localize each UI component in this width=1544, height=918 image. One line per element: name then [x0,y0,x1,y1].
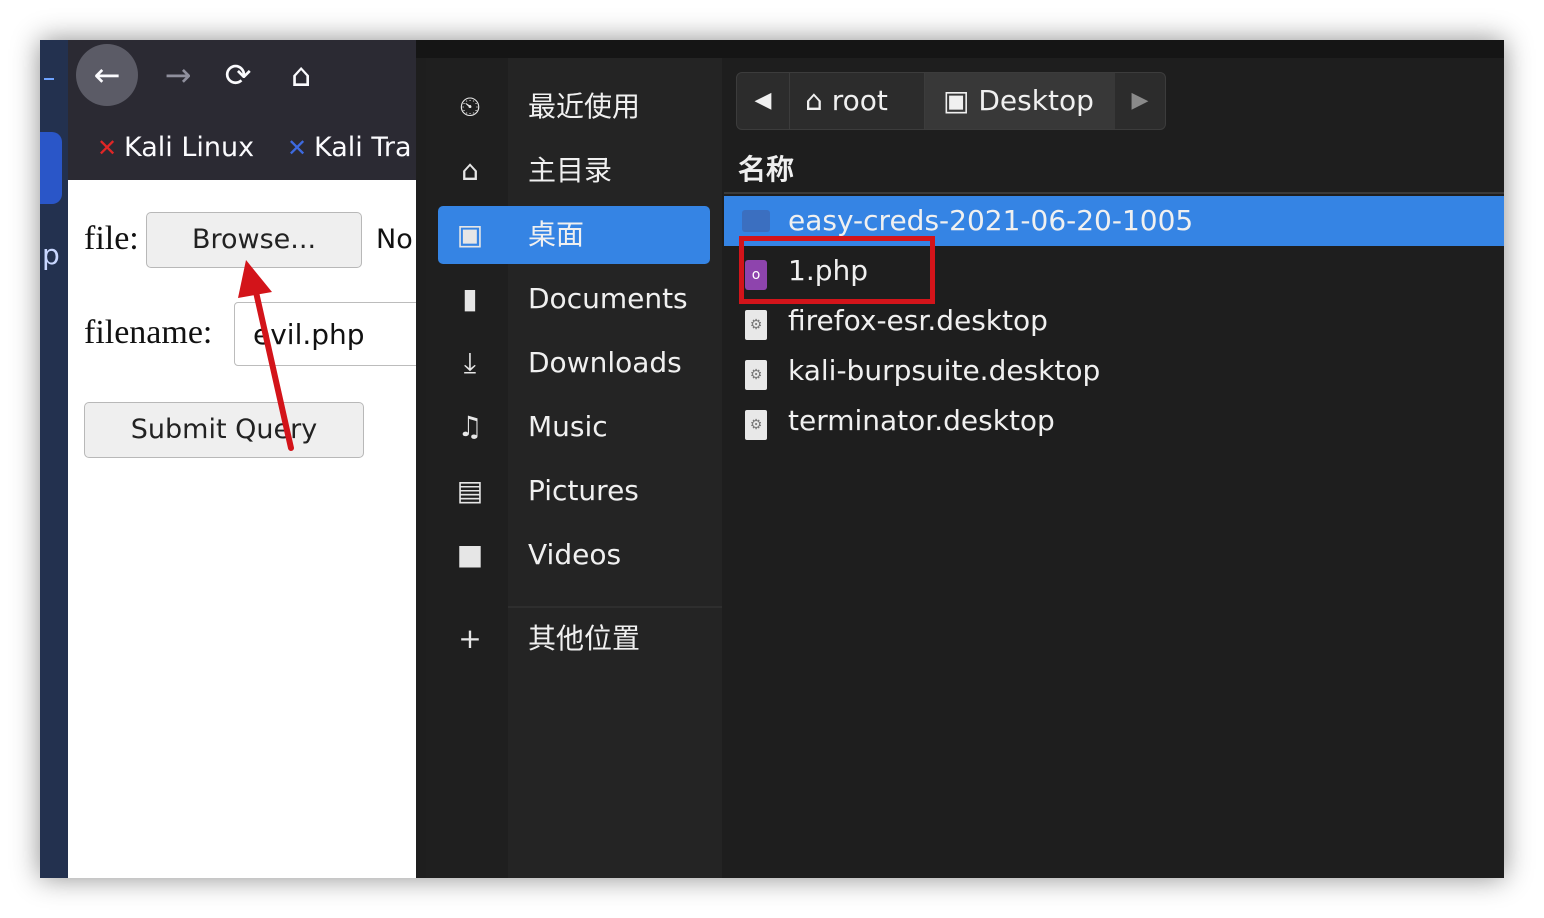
bookmark-kali-tools[interactable]: ✕ Kali Tra [280,132,412,180]
reload-icon: ⟳ [224,56,252,94]
sidebar-item-music[interactable]: ♫ Music [438,398,710,456]
sidebar-item-desktop[interactable]: ▣ 桌面 [438,206,710,264]
folder-icon [738,202,774,240]
name-column-header[interactable]: 名称 [724,140,1504,194]
plus-icon: + [458,622,482,655]
kali-tools-icon: ✕ [286,134,308,162]
sidebar-item-label: 主目录 [528,154,613,187]
home-icon: ⌂ [461,154,479,187]
path-scroll-left-button[interactable]: ◀ [737,73,790,129]
web-page: file: Browse... No filename: evil.php Su… [68,180,434,878]
file-row-terminator[interactable]: ⚙ terminator.desktop [724,396,1504,446]
path-root-label: root [831,84,888,117]
home-button[interactable]: ⌂ [281,45,321,105]
desktop-app-icon[interactable] [40,132,62,204]
file-chooser-dialog: ⏲ 最近使用 ⌂ 主目录 ▣ 桌面 ▮ Documents ⤓ Download… [416,40,1504,878]
forward-arrow-icon: → [164,56,192,94]
document-icon: ▮ [462,282,478,315]
desktop-strip: p [40,40,68,878]
back-arrow-icon: ← [93,56,121,94]
browser-toolbar: ← → ⟳ ⌂ [68,40,416,132]
path-desktop-button[interactable]: ▣ Desktop [925,73,1115,129]
sidebar-item-downloads[interactable]: ⤓ Downloads [438,334,710,392]
path-root-button[interactable]: ⌂ root [789,73,925,129]
desktop-dash [44,78,54,80]
path-desktop-label: Desktop [978,84,1094,117]
bookmark-label: Kali Linux [124,132,255,163]
sidebar-item-label: 其他位置 [528,622,641,655]
picture-icon: ▤ [456,474,484,507]
dialog-titlebar [416,40,1504,58]
sidebar-item-label: Downloads [528,346,682,379]
desktop-file-icon: ⚙ [738,302,774,340]
clock-icon: ⏲ [459,90,481,123]
annotation-highlight-box [739,236,935,304]
screenshot: p ← → ⟳ ⌂ ✕ Kali Linux ✕ Kali Tra file: … [40,40,1504,878]
sidebar-item-documents[interactable]: ▮ Documents [438,270,710,328]
sidebar-item-label: Pictures [528,474,639,507]
sidebar-separator [508,606,722,608]
home-icon: ⌂ [290,56,312,94]
kali-dragon-icon: ✕ [96,134,118,162]
sidebar-item-home[interactable]: ⌂ 主目录 [438,142,710,200]
chevron-right-icon: ▶ [1131,88,1149,113]
annotation-arrow [238,260,294,451]
forward-button[interactable]: → [158,45,198,105]
chevron-left-icon: ◀ [754,88,772,113]
file-row-kali-burpsuite[interactable]: ⚙ kali-burpsuite.desktop [724,346,1504,396]
path-scroll-right-button[interactable]: ▶ [1115,73,1165,129]
file-name: kali-burpsuite.desktop [788,354,1101,387]
desktop-icon: ▣ [456,218,484,251]
reload-button[interactable]: ⟳ [218,45,258,105]
file-name: terminator.desktop [788,404,1055,437]
sidebar-item-videos[interactable]: ■ Videos [438,526,710,584]
download-icon: ⤓ [463,346,477,379]
sidebar-item-label: Documents [528,282,688,315]
path-bar: ◀ ⌂ root ▣ Desktop ▶ [736,72,1166,130]
back-button[interactable]: ← [76,44,138,106]
browser-window: ← → ⟳ ⌂ ✕ Kali Linux ✕ Kali Tra file: Brow… [68,40,434,878]
desktop-icon: ▣ [943,84,970,117]
bookmarks-toolbar: ✕ Kali Linux ✕ Kali Tra [68,132,416,180]
sidebar-item-label: 桌面 [528,218,585,251]
places-sidebar: ⏲ 最近使用 ⌂ 主目录 ▣ 桌面 ▮ Documents ⤓ Download… [426,58,722,878]
home-icon: ⌂ [805,84,823,117]
desktop-file-icon: ⚙ [738,402,774,440]
desktop-file-icon: ⚙ [738,352,774,390]
bookmark-label: Kali Tra [314,132,412,163]
sidebar-item-other-locations[interactable]: + 其他位置 [438,610,710,668]
column-header-label: 名称 [738,153,795,186]
sidebar-item-pictures[interactable]: ▤ Pictures [438,462,710,520]
desktop-letter: p [42,238,60,271]
video-camera-icon: ■ [456,538,484,571]
music-icon: ♫ [457,410,483,443]
sidebar-item-label: 最近使用 [528,90,641,123]
sidebar-item-recent[interactable]: ⏲ 最近使用 [438,78,710,136]
sidebar-item-label: Videos [528,538,622,571]
bookmark-kali-linux[interactable]: ✕ Kali Linux [90,132,254,180]
sidebar-item-label: Music [528,410,608,443]
